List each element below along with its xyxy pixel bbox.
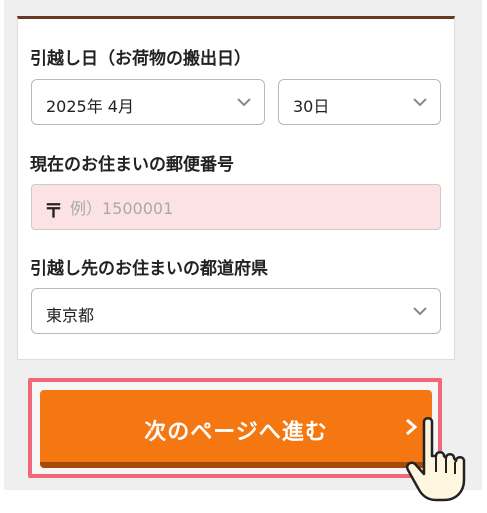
prefecture-select[interactable]: 東京都 — [31, 288, 441, 334]
chevron-down-icon — [413, 98, 427, 107]
move-day-select[interactable]: 30日 — [278, 79, 441, 125]
postal-code-label: 現在のお住まいの郵便番号 — [30, 155, 234, 175]
destination-prefecture-label: 引越し先のお住まいの都道府県 — [30, 259, 268, 279]
chevron-down-icon — [413, 307, 427, 316]
prefecture-value: 東京都 — [46, 306, 95, 325]
pointing-hand-icon — [406, 417, 466, 502]
postal-mark-icon: 〒 — [44, 200, 64, 222]
postal-code-field[interactable]: 〒 — [31, 184, 441, 230]
move-month-select[interactable]: 2025年 4月 — [31, 79, 265, 125]
next-page-button[interactable]: 次のページへ進む — [40, 390, 432, 468]
move-day-value: 30日 — [293, 97, 330, 116]
move-month-value: 2025年 4月 — [46, 97, 134, 116]
chevron-down-icon — [237, 98, 251, 107]
move-date-label: 引越し日（お荷物の搬出日） — [30, 49, 251, 69]
next-page-button-label: 次のページへ進む — [144, 420, 328, 445]
postal-code-input[interactable] — [68, 193, 432, 223]
